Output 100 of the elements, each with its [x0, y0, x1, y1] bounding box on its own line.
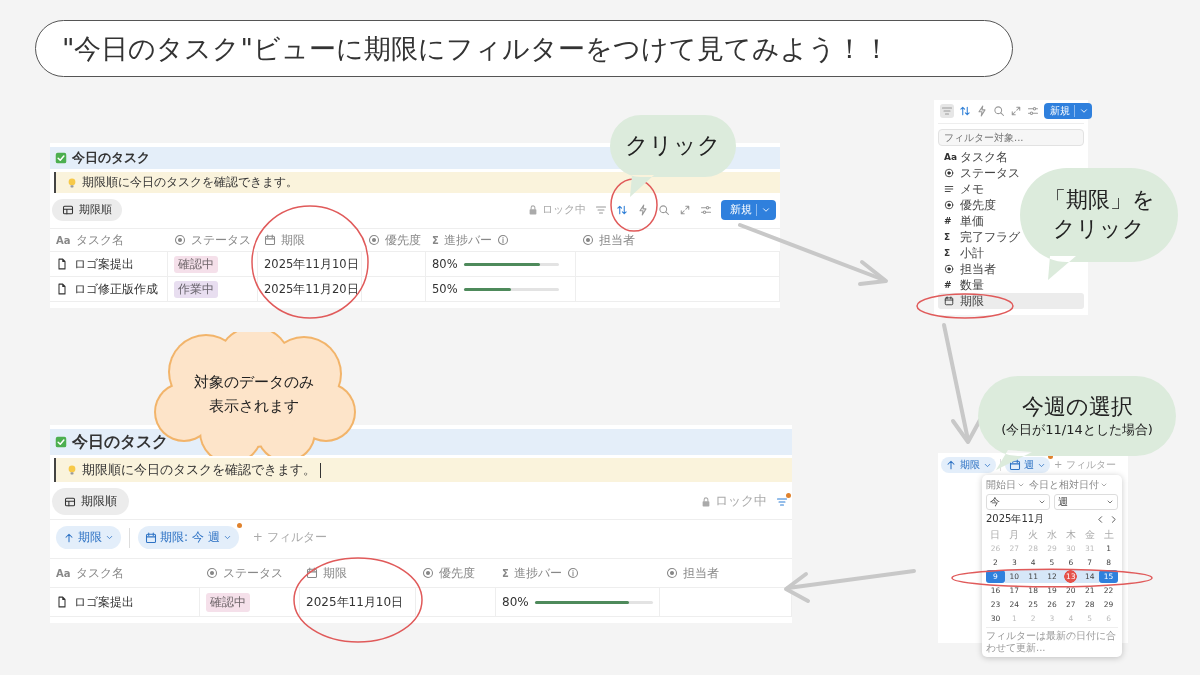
caret-icon: [105, 533, 114, 542]
document-icon: [56, 258, 68, 270]
menu-item[interactable]: 期限: [938, 293, 1084, 309]
radio-circle-icon: [422, 567, 434, 579]
filter-icon[interactable]: [595, 204, 607, 216]
new-button[interactable]: 新規: [1044, 103, 1092, 119]
column-header: タスク名: [75, 232, 124, 248]
menu-item[interactable]: Σ 小計: [938, 245, 990, 261]
filter-icon[interactable]: [776, 495, 788, 508]
due-date: 2025年11月10日: [264, 256, 359, 272]
caret-icon: [1038, 498, 1046, 506]
weekday-label: 土: [1102, 528, 1115, 541]
table-icon: [64, 495, 76, 508]
filter-chip[interactable]: 期限: 今 週: [138, 526, 239, 549]
view-tab[interactable]: 期限順: [52, 488, 129, 515]
status-tag: 確認中: [206, 592, 250, 612]
sigma-icon: Σ: [502, 567, 509, 579]
lock-icon: [527, 204, 539, 216]
start-date-dropdown[interactable]: 開始日: [986, 478, 1025, 492]
chevron-right-icon[interactable]: [1109, 514, 1118, 524]
lock-label: ロック中: [542, 203, 586, 217]
caret-icon: [761, 205, 771, 215]
column-header: 優先度: [385, 232, 421, 248]
document-icon: [56, 596, 68, 608]
callout-text: 期限順に今日のタスクを確認できます。: [82, 175, 298, 190]
menu-item[interactable]: # 数量: [938, 277, 990, 293]
sliders-icon[interactable]: [1027, 105, 1039, 117]
menu-item[interactable]: # 単価: [938, 213, 990, 229]
caret-icon: [222, 533, 232, 542]
lightning-icon[interactable]: [637, 204, 649, 216]
sort-icon[interactable]: [616, 204, 628, 216]
column-header: 期限: [281, 232, 305, 248]
highlight-ellipse: [610, 178, 658, 232]
menu-item[interactable]: Σ 完了フラグ: [938, 229, 1026, 245]
select-dropdown[interactable]: 今: [986, 494, 1050, 510]
radio-circle-icon: [944, 264, 954, 274]
radio-circle-icon: [174, 234, 186, 246]
radio-circle-icon: [206, 567, 218, 579]
sigma-icon: Σ: [944, 232, 954, 242]
column-header: 期限: [323, 564, 347, 582]
menu-item[interactable]: 優先度: [938, 197, 1002, 213]
heading-text: 今日のタスク: [72, 431, 168, 453]
heading-text: 今日のタスク: [72, 149, 150, 167]
calendar-icon: [1009, 459, 1021, 471]
column-header: 担当者: [599, 232, 635, 248]
hash-icon: #: [944, 216, 954, 226]
progress-text: 50%: [432, 282, 458, 296]
menu-item[interactable]: ステータス: [938, 165, 1026, 181]
view-tab[interactable]: 期限順: [52, 199, 122, 221]
search-icon[interactable]: [658, 204, 670, 216]
weekday-label: 月: [1008, 528, 1021, 541]
filter-search-field[interactable]: フィルター対象...: [938, 129, 1084, 146]
menu-item[interactable]: 担当者: [938, 261, 1002, 277]
status-tag: 作業中: [174, 280, 218, 298]
new-button[interactable]: 新規: [721, 200, 776, 220]
lightbulb-icon: [66, 176, 78, 189]
relative-date-dropdown[interactable]: 今日と相対日付: [1029, 478, 1108, 492]
radio-circle-icon: [368, 234, 380, 246]
column-header: ステータス: [223, 564, 283, 582]
callout-text: 今週の選択: [1021, 392, 1133, 421]
progress-text: 80%: [432, 257, 458, 271]
filter-icon[interactable]: [940, 104, 954, 118]
caret-icon: [1079, 106, 1089, 116]
caret-icon: [1017, 481, 1025, 489]
text-type-icon: Aa: [56, 567, 71, 579]
callout-text: 「期限」を クリック: [1043, 186, 1155, 243]
sliders-icon[interactable]: [700, 204, 712, 216]
sigma-icon: Σ: [944, 248, 954, 258]
sort-chip[interactable]: 期限: [56, 526, 121, 549]
expand-icon[interactable]: [1010, 105, 1022, 117]
radio-circle-icon: [666, 567, 678, 579]
radio-circle-icon: [944, 168, 954, 178]
column-header: 進捗バー: [443, 232, 492, 248]
search-icon[interactable]: [993, 105, 1005, 117]
radio-circle-icon: [944, 200, 954, 210]
arrow-up-icon: [945, 459, 957, 471]
checkbox-icon: [55, 152, 67, 164]
weekday-label: 火: [1027, 528, 1040, 541]
due-date: 2025年11月20日: [264, 281, 359, 297]
weekday-label: 木: [1064, 528, 1077, 541]
sort-icon[interactable]: [959, 105, 971, 117]
task-name: ロゴ修正版作成: [74, 281, 158, 297]
select-dropdown[interactable]: 週: [1054, 494, 1118, 510]
lines-icon: [944, 184, 954, 194]
popup-footer-text: フィルターは最新の日付に合わせて更新...: [986, 627, 1118, 654]
due-date: 2025年11月10日: [306, 593, 404, 611]
calendar-icon: [306, 567, 318, 579]
arrow-up-icon: [63, 531, 75, 544]
callout-text: クリック: [625, 131, 721, 161]
expand-icon[interactable]: [679, 204, 691, 216]
lock-label: ロック中: [715, 493, 767, 510]
menu-item[interactable]: Aa タスク名: [938, 149, 1014, 165]
lightning-icon[interactable]: [976, 105, 988, 117]
column-header: 担当者: [683, 564, 719, 582]
weekday-label: 日: [989, 528, 1002, 541]
sort-chip[interactable]: 期限: [941, 457, 996, 473]
chevron-left-icon[interactable]: [1096, 514, 1105, 524]
menu-item[interactable]: メモ: [938, 181, 990, 197]
lightbulb-icon: [66, 464, 78, 476]
task-name: ロゴ案提出: [74, 256, 134, 272]
